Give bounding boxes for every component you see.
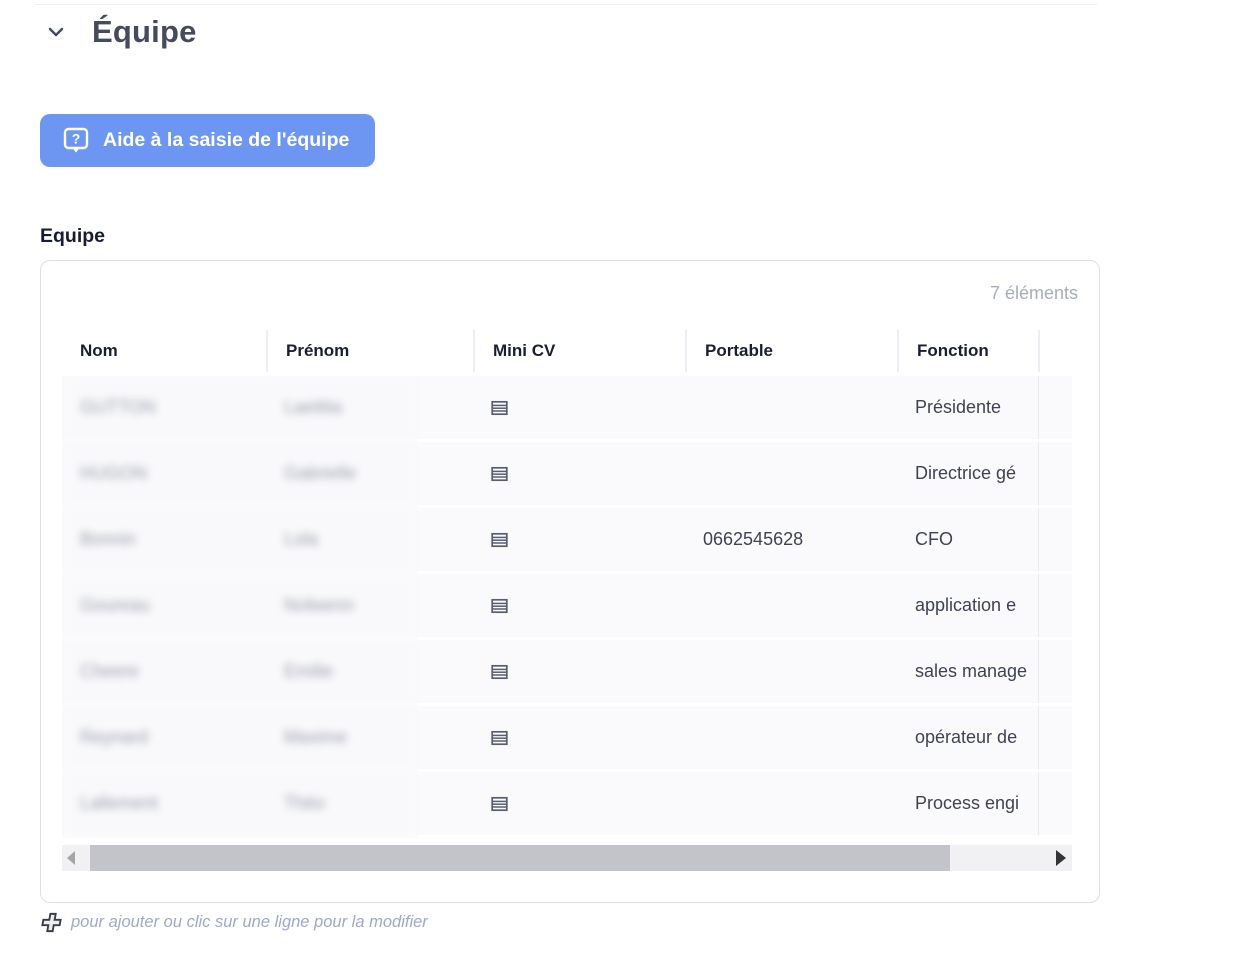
cell-prenom: Emilie (266, 640, 473, 703)
column-header-spacer (1038, 330, 1072, 372)
table-label: Equipe (40, 225, 105, 248)
help-button-label: Aide à la saisie de l'équipe (103, 129, 349, 152)
triangle-right-icon (1056, 850, 1066, 866)
table-body: GUTTON Laetitia Présidente HUGON Gabriel… (62, 376, 1078, 835)
column-header-prenom[interactable]: Prénom (266, 330, 473, 372)
cell-overflow (1038, 706, 1072, 769)
cell-overflow (1038, 772, 1072, 835)
table-rows-icon (491, 796, 508, 812)
section-collapse-toggle[interactable] (44, 20, 68, 44)
column-header-portable[interactable]: Portable (685, 330, 897, 372)
cell-minicv (473, 574, 685, 637)
cell-prenom: Laetitia (266, 376, 473, 439)
table-row[interactable]: Goureau Nolwenn application e (62, 574, 1072, 637)
cell-fonction: application e (897, 574, 1038, 637)
row-count-badge: 7 éléments (62, 283, 1078, 304)
table-rows-icon (491, 664, 508, 680)
column-header-nom[interactable]: Nom (62, 330, 266, 372)
cell-minicv (473, 772, 685, 835)
table-row[interactable]: HUGON Gabrielle Directrice gé (62, 442, 1072, 505)
scroll-left-arrow[interactable] (62, 845, 80, 871)
svg-text:?: ? (72, 130, 81, 146)
table-rows-icon (491, 466, 508, 482)
cell-nom: HUGON (62, 442, 266, 505)
cell-portable: 0662545628 (685, 508, 897, 571)
table-hint: pour ajouter ou clic sur une ligne pour … (40, 911, 428, 934)
cell-nom: Reynard (62, 706, 266, 769)
hint-text: pour ajouter ou clic sur une ligne pour … (71, 913, 428, 932)
cell-prenom: Nolwenn (266, 574, 473, 637)
cell-fonction: sales manage (897, 640, 1038, 703)
top-divider (35, 4, 1097, 5)
cell-minicv (473, 706, 685, 769)
cell-portable (685, 772, 897, 835)
cell-prenom: Maxime (266, 706, 473, 769)
cell-minicv (473, 640, 685, 703)
cell-prenom: Théo (266, 772, 473, 835)
chevron-down-icon (46, 22, 66, 42)
cell-nom: GUTTON (62, 376, 266, 439)
cell-prenom: Lola (266, 508, 473, 571)
cell-fonction: Process engi (897, 772, 1038, 835)
table-header-row: Nom Prénom Mini CV Portable Fonction (62, 328, 1072, 374)
team-table-card: 7 éléments Nom Prénom Mini CV Portable F… (40, 260, 1100, 903)
cell-overflow (1038, 442, 1072, 505)
cell-portable (685, 574, 897, 637)
horizontal-scrollbar[interactable] (62, 845, 1072, 871)
cell-minicv (473, 376, 685, 439)
table-row[interactable]: Lallement Théo Process engi (62, 772, 1072, 835)
triangle-left-icon (67, 851, 75, 865)
cell-overflow (1038, 574, 1072, 637)
table-row[interactable]: Cheere Emilie sales manage (62, 640, 1072, 703)
table-row[interactable]: Reynard Maxime opérateur de (62, 706, 1072, 769)
cell-prenom: Gabrielle (266, 442, 473, 505)
cell-minicv (473, 508, 685, 571)
table-rows-icon (491, 730, 508, 746)
column-header-fonction[interactable]: Fonction (897, 330, 1038, 372)
table-rows-icon (491, 400, 508, 416)
page-title: Équipe (92, 14, 197, 50)
table-rows-icon (491, 598, 508, 614)
table-row[interactable]: GUTTON Laetitia Présidente (62, 376, 1072, 439)
cell-portable (685, 640, 897, 703)
cell-minicv (473, 442, 685, 505)
section-header: Équipe (44, 14, 197, 50)
cell-portable (685, 706, 897, 769)
cell-portable (685, 442, 897, 505)
cell-overflow (1038, 508, 1072, 571)
cell-nom: Cheere (62, 640, 266, 703)
cell-fonction: CFO (897, 508, 1038, 571)
cell-overflow (1038, 376, 1072, 439)
help-bubble-icon: ? (62, 126, 90, 156)
column-header-minicv[interactable]: Mini CV (473, 330, 685, 372)
cell-overflow (1038, 640, 1072, 703)
help-entry-button[interactable]: ? Aide à la saisie de l'équipe (40, 114, 375, 167)
scroll-right-arrow[interactable] (1052, 845, 1070, 871)
cell-nom: Goureau (62, 574, 266, 637)
cell-fonction: Directrice gé (897, 442, 1038, 505)
table-row[interactable]: Bonnin Lola 0662545628 CFO (62, 508, 1072, 571)
table-rows-icon (491, 532, 508, 548)
cell-fonction: Présidente (897, 376, 1038, 439)
cell-nom: Lallement (62, 772, 266, 835)
cell-fonction: opérateur de (897, 706, 1038, 769)
cell-nom: Bonnin (62, 508, 266, 571)
scrollbar-thumb[interactable] (90, 845, 950, 871)
cell-portable (685, 376, 897, 439)
add-row-plus-icon[interactable] (38, 911, 65, 934)
